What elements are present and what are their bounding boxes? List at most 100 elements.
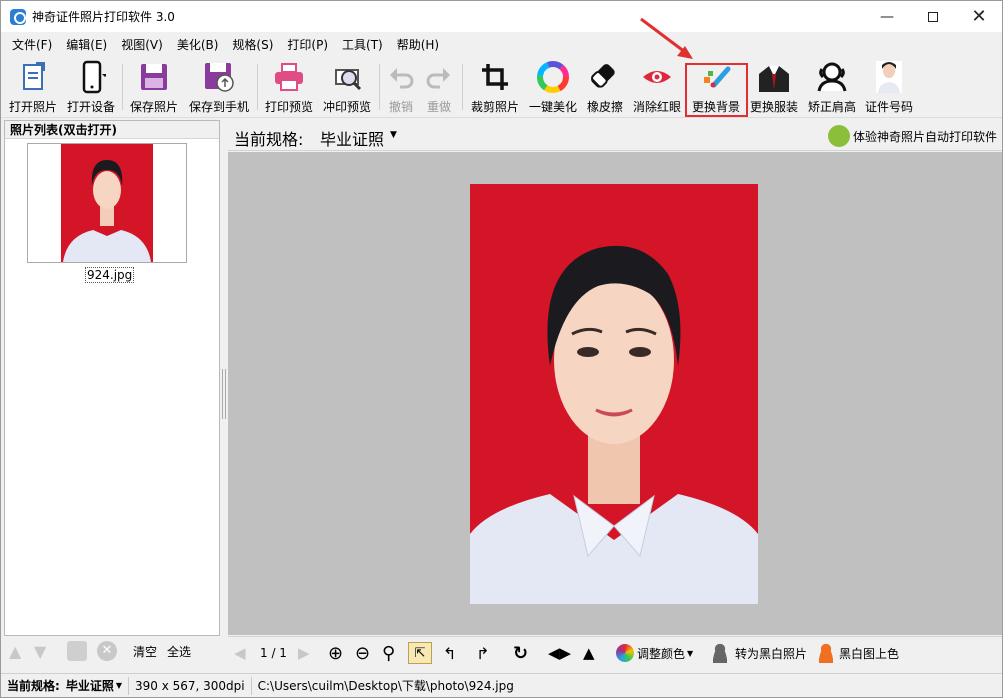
menu-edit[interactable]: 编辑(E) [59,35,114,55]
open-photo-icon [16,60,50,94]
adjust-color-label: 调整颜色 [637,646,686,661]
splitter-grip[interactable] [222,369,226,419]
menu-beautify[interactable]: 美化(B) [170,35,226,55]
adjust-color-button[interactable]: 调整颜色 ▼ [616,642,693,664]
print-preview-button[interactable]: 打印预览 [262,60,316,116]
prev-page-icon[interactable]: ◀ [234,642,246,664]
develop-preview-icon [330,60,364,94]
menu-help[interactable]: 帮助(H) [390,35,446,55]
rotate-icon[interactable]: ↻ [513,642,528,664]
chevron-down-icon: ▼ [115,680,122,690]
status-spec-value: 毕业证照 [65,678,114,693]
open-device-label: 打开设备 [66,100,115,114]
menu-view[interactable]: 视图(V) [114,35,170,55]
remove-red-eye-label: 消除红眼 [632,100,681,114]
maximize-button[interactable] [910,1,956,32]
phone-icon [74,60,108,94]
spec-dropdown[interactable]: 毕业证照 [320,126,384,150]
flip-horizontal-icon[interactable]: ◀▶ [548,642,571,664]
eraser-button[interactable]: 橡皮擦 [584,60,626,116]
red-eye-icon [640,60,674,94]
redo-label: 重做 [426,100,451,114]
move-down-icon[interactable]: ▼ [34,642,46,661]
remove-red-eye-button[interactable]: 消除红眼 [630,60,684,116]
toolbar-separator [257,64,258,110]
status-spec-label: 当前规格: [7,678,60,693]
id-number-label: 证件号码 [864,100,913,114]
colorize-button[interactable]: 黑白图上色 [817,642,899,664]
eraser-icon [588,60,622,94]
open-device-button[interactable]: 打开设备 [65,60,117,116]
spec-header: 当前规格: 毕业证照 ▼ 体验神奇照片自动打印软件 [228,120,1002,151]
suit-icon [757,60,791,94]
id-photo [470,184,758,604]
menu-bar: 文件(F) 编辑(E) 视图(V) 美化(B) 规格(S) 打印(P) 工具(T… [1,32,1002,58]
zoom-out-icon[interactable]: ⊖ [355,642,370,664]
develop-preview-button[interactable]: 冲印预览 [320,60,374,116]
toolbar-separator [462,64,463,110]
save-to-phone-label: 保存到手机 [188,100,249,114]
redo-icon [422,60,456,94]
undo-label: 撤销 [388,100,413,114]
status-bar: 当前规格: 毕业证照 ▼ 390 x 567, 300dpi C:\Users\… [1,673,1002,697]
status-spec[interactable]: 当前规格: 毕业证照 ▼ [1,676,129,695]
one-click-beautify-button[interactable]: 一键美化 [525,60,581,116]
flip-vertical-icon[interactable]: ▲ [583,642,595,664]
photo-canvas[interactable] [228,152,1002,635]
delete-file-icon[interactable] [67,641,87,661]
toolbar-separator [122,64,123,110]
redo-button[interactable]: 重做 [422,60,456,116]
move-up-icon[interactable]: ▲ [9,642,21,661]
zoom-fit-icon[interactable]: ⚲ [382,642,395,664]
menu-print[interactable]: 打印(P) [280,35,335,55]
undo-button[interactable]: 撤销 [384,60,418,116]
printer-icon [272,60,306,94]
crop-button[interactable]: 裁剪照片 [467,60,523,116]
save-photo-label: 保存照片 [129,100,178,114]
save-to-phone-button[interactable]: 保存到手机 [186,60,252,116]
correct-shoulders-button[interactable]: 矫正肩高 [805,60,859,116]
annotation-arrow-icon [640,17,693,59]
save-icon [137,60,171,94]
correct-shoulders-label: 矫正肩高 [807,100,856,114]
change-clothes-label: 更换服装 [749,100,798,114]
title-bar: 神奇证件照片打印软件 3.0 — ✕ [1,1,1002,32]
chevron-down-icon: ▼ [687,648,694,658]
close-button[interactable]: ✕ [956,1,1002,32]
window-title: 神奇证件照片打印软件 3.0 [32,10,175,24]
save-photo-button[interactable]: 保存照片 [128,60,180,116]
clear-button[interactable]: 清空 [133,643,157,660]
rotate-left-icon[interactable]: ↰ [443,642,456,664]
menu-tools[interactable]: 工具(T) [335,35,390,55]
try-auto-print-link[interactable]: 体验神奇照片自动打印软件 [827,125,997,147]
fit-window-icon[interactable]: ⇱ [408,642,432,664]
develop-preview-label: 冲印预览 [322,100,371,114]
person-orange-icon [817,643,835,663]
id-number-button[interactable]: 证件号码 [862,60,916,116]
color-palette-icon [616,644,634,662]
app-window: 神奇证件照片打印软件 3.0 — ✕ 文件(F) 编辑(E) 视图(V) 美化(… [0,0,1003,698]
menu-spec[interactable]: 规格(S) [225,35,280,55]
remove-icon[interactable]: ✕ [97,641,117,661]
photo-thumbnail[interactable] [27,143,187,263]
select-all-button[interactable]: 全选 [167,643,191,660]
photo-list-actions: ▲ ▼ ✕ 清空 全选 [4,637,220,667]
chevron-down-icon[interactable]: ▼ [390,130,397,140]
auto-print-app-icon [827,125,850,147]
current-spec-label: 当前规格: [234,130,304,149]
try-auto-print-label: 体验神奇照片自动打印软件 [852,129,997,144]
minimize-button[interactable]: — [864,1,910,32]
silhouette-icon [815,60,849,94]
portrait-icon [872,60,906,94]
toolbar-separator [379,64,380,110]
menu-file[interactable]: 文件(F) [5,35,59,55]
change-clothes-button[interactable]: 更换服装 [747,60,801,116]
rotate-right-icon[interactable]: ↱ [476,642,489,664]
next-page-icon[interactable]: ▶ [298,642,310,664]
zoom-in-icon[interactable]: ⊕ [328,642,343,664]
eraser-label: 橡皮擦 [586,100,623,114]
color-wheel-icon [536,60,570,94]
print-preview-label: 打印预览 [264,100,313,114]
convert-bw-button[interactable]: 转为黑白照片 [711,642,807,664]
open-photo-button[interactable]: 打开照片 [7,60,59,116]
